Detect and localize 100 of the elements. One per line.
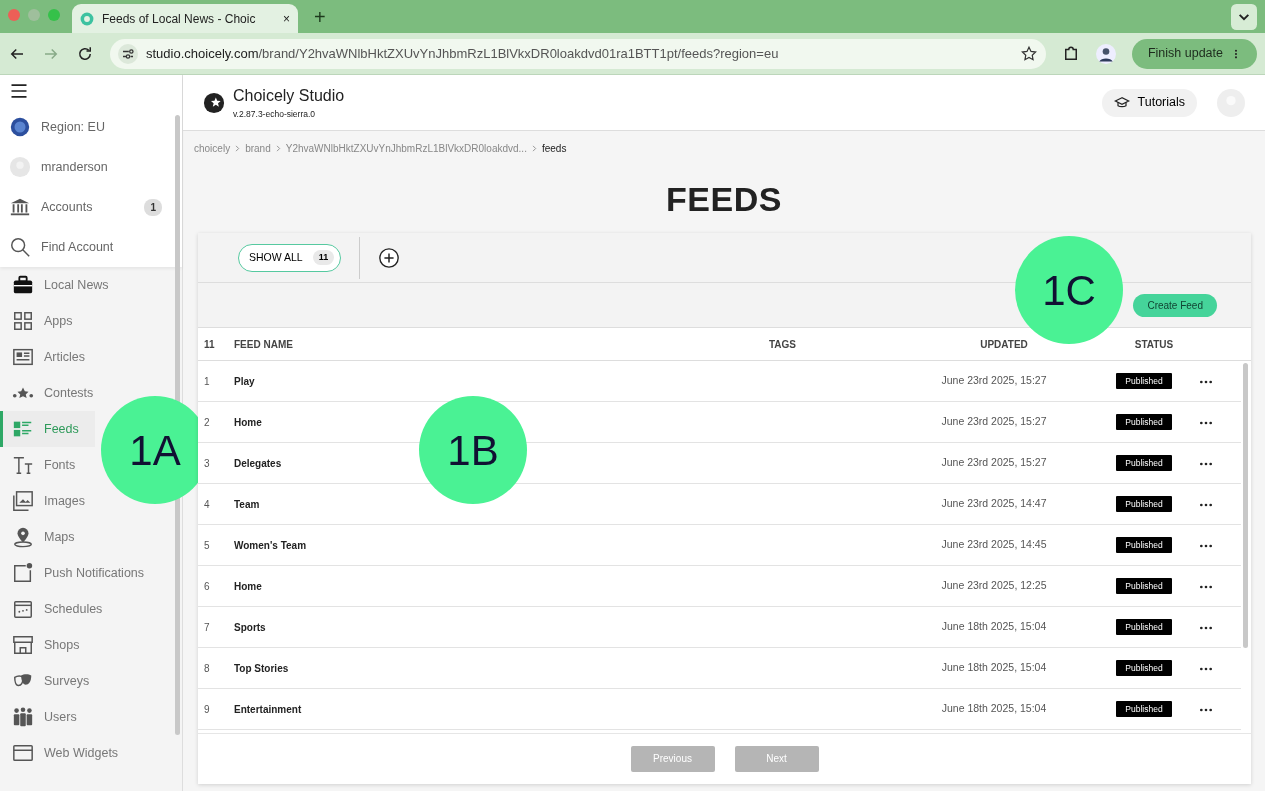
updated-date: June 18th 2025, 15:04 bbox=[941, 702, 1047, 715]
row-number: 7 bbox=[203, 620, 211, 635]
status-badge: Published bbox=[1116, 413, 1172, 431]
count-badge: 11 bbox=[312, 249, 335, 266]
site-logo-icon bbox=[80, 11, 94, 26]
row-number: 4 bbox=[203, 497, 211, 512]
globe-icon bbox=[9, 116, 31, 138]
updated-date: June 18th 2025, 15:04 bbox=[941, 620, 1047, 633]
sidebar-item[interactable]: Region: EU bbox=[0, 107, 182, 147]
column-header[interactable]: FEED NAME bbox=[234, 338, 293, 350]
row-number: 1 bbox=[203, 374, 211, 389]
tab-close-button[interactable]: × bbox=[283, 9, 290, 28]
updated-date: June 18th 2025, 15:04 bbox=[941, 661, 1047, 674]
sidebar-item[interactable]: Contests bbox=[0, 375, 110, 411]
breadcrumb-link[interactable]: brand bbox=[245, 141, 271, 156]
status-badge: Published bbox=[1116, 700, 1172, 718]
sidebar-item[interactable]: Push Notifications bbox=[0, 555, 161, 591]
sidebar-item[interactable]: Find Account bbox=[0, 227, 182, 267]
sidebar-item[interactable]: Images bbox=[0, 483, 101, 519]
users-icon bbox=[12, 706, 34, 728]
sidebar-item[interactable]: Accounts 1 bbox=[0, 187, 182, 227]
sidebar-item[interactable]: Maps bbox=[0, 519, 91, 555]
site-settings-icon bbox=[118, 43, 138, 64]
sidebar-item[interactable]: Shops bbox=[0, 627, 96, 663]
feed-name[interactable]: Delegates bbox=[234, 457, 282, 469]
notification-icon bbox=[12, 562, 34, 584]
menu-icon[interactable] bbox=[9, 81, 29, 101]
sidebar-item[interactable]: Users bbox=[0, 699, 93, 735]
page-title: FEEDS bbox=[665, 179, 783, 220]
tab-title: Feeds of Local News - Choic bbox=[102, 10, 257, 28]
shop-icon bbox=[12, 634, 34, 656]
chevron-right-icon bbox=[274, 145, 282, 152]
address-bar[interactable]: studio.choicely.com/brand/Y2hvaWNlbHktZXUvYnJhbmRzL1BlVkxDR0loakdvd01ra1BTT1pt/feeds?region=eu bbox=[110, 38, 1046, 69]
version-text: v.2.87.3-echo-sierra.0 bbox=[233, 108, 317, 121]
tutorials-button[interactable]: Tutorials bbox=[1101, 88, 1197, 117]
scrollbar[interactable] bbox=[1243, 363, 1248, 648]
app-logo-icon bbox=[203, 91, 225, 114]
status-badge: Published bbox=[1116, 618, 1172, 636]
bank-icon bbox=[9, 196, 31, 218]
row-number: 3 bbox=[203, 456, 211, 471]
sidebar-item[interactable]: Web Widgets bbox=[0, 735, 135, 771]
row-number: 8 bbox=[203, 661, 211, 676]
chevron-right-icon bbox=[234, 145, 242, 152]
feed-name[interactable]: Team bbox=[234, 498, 260, 510]
chevron-right-icon bbox=[530, 145, 538, 152]
widget-icon bbox=[12, 742, 34, 764]
row-number: 5 bbox=[203, 538, 211, 553]
feed-name[interactable]: Home bbox=[234, 416, 262, 428]
status-badge: Published bbox=[1116, 577, 1172, 595]
star-icon[interactable] bbox=[1019, 44, 1038, 63]
status-badge: Published bbox=[1116, 454, 1172, 472]
url-text: studio.choicely.com/brand/Y2hvaWNlbHktZXUvYnJhbmRzL1BlVkxDR0loakdvd01ra1BTT1pt/feeds?region=eu bbox=[146, 44, 780, 63]
chevron-down-icon[interactable] bbox=[1231, 3, 1257, 30]
apps-grid-icon bbox=[12, 310, 34, 332]
column-header[interactable]: TAGS bbox=[769, 338, 797, 350]
map-pin-icon bbox=[12, 526, 34, 548]
feed-name[interactable]: Women's Team bbox=[234, 539, 307, 551]
search-icon bbox=[9, 236, 31, 258]
feed-name[interactable]: Home bbox=[234, 580, 262, 592]
filter-chip[interactable]: SHOW ALL 11 bbox=[238, 243, 342, 272]
sidebar-item[interactable]: mranderson bbox=[0, 147, 182, 187]
sidebar-item[interactable]: Surveys bbox=[0, 663, 106, 699]
sidebar-item[interactable]: Fonts bbox=[0, 447, 92, 483]
status-badge: Published bbox=[1116, 536, 1172, 554]
sidebar-item[interactable]: Apps bbox=[0, 303, 89, 339]
updated-date: June 23rd 2025, 15:27 bbox=[941, 456, 1047, 469]
new-tab-button[interactable]: + bbox=[314, 1, 326, 32]
sidebar-item[interactable]: Local News bbox=[0, 267, 125, 303]
browser-tab[interactable]: Feeds of Local News - Choic × bbox=[72, 4, 298, 33]
status-badge: Published bbox=[1116, 495, 1172, 513]
feed-name[interactable]: Top Stories bbox=[234, 662, 289, 674]
status-badge: Published bbox=[1116, 659, 1172, 677]
sidebar-item[interactable]: Articles bbox=[0, 339, 101, 375]
create-feed-button[interactable]: Create Feed bbox=[1133, 293, 1217, 317]
status-badge: Published bbox=[1116, 372, 1172, 390]
briefcase-icon bbox=[12, 274, 34, 296]
profile-avatar-icon[interactable] bbox=[1095, 43, 1116, 64]
article-icon bbox=[12, 346, 34, 368]
breadcrumb-link[interactable]: feeds bbox=[541, 141, 567, 156]
avatar-icon bbox=[9, 156, 31, 178]
feed-name[interactable]: Sports bbox=[234, 621, 266, 633]
feed-name[interactable]: Entertainment bbox=[234, 703, 302, 715]
updated-date: June 23rd 2025, 15:27 bbox=[941, 415, 1047, 428]
count-badge: 1 bbox=[144, 198, 162, 216]
app-name: Choicely Studio bbox=[233, 86, 345, 107]
add-icon[interactable] bbox=[378, 246, 401, 269]
column-header[interactable]: STATUS bbox=[1134, 336, 1174, 352]
calendar-icon bbox=[12, 598, 34, 620]
breadcrumb-link[interactable]: choicely bbox=[194, 141, 231, 156]
sidebar-item[interactable]: Schedules bbox=[0, 591, 119, 627]
finish-update-button[interactable]: Finish update bbox=[1131, 38, 1257, 69]
feed-name[interactable]: Play bbox=[234, 375, 255, 387]
text-size-icon bbox=[12, 454, 34, 476]
breadcrumb-link[interactable]: Y2hvaWNlbHktZXUvYnJhbmRzL1BlVkxDR0loakdvd... bbox=[285, 141, 527, 156]
updated-date: June 23rd 2025, 15:27 bbox=[941, 374, 1047, 387]
images-icon bbox=[12, 490, 34, 512]
reload-icon[interactable] bbox=[76, 44, 94, 63]
updated-date: June 23rd 2025, 14:47 bbox=[941, 497, 1047, 510]
updated-date: June 23rd 2025, 12:25 bbox=[941, 579, 1047, 592]
column-header[interactable]: 11 bbox=[204, 338, 215, 350]
